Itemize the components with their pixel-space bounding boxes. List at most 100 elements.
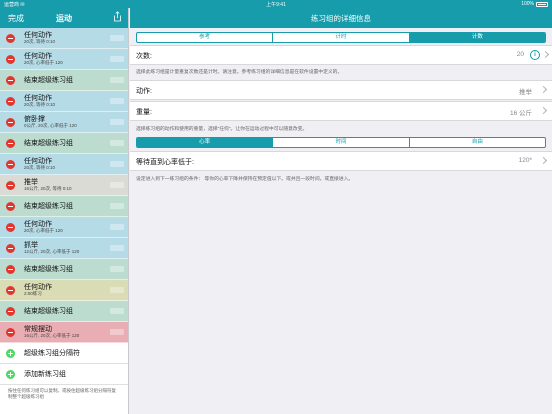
tab-time[interactable]: 时间 [273, 138, 410, 147]
set-list-item[interactable]: 结束超级练习组 [0, 196, 128, 217]
weight-value: 16 公斤 [509, 110, 532, 117]
reps-label: 次数: [136, 53, 152, 60]
battery-percent: 100% [521, 1, 534, 7]
tab-heart-rate[interactable]: 心率 [137, 138, 274, 147]
reorder-handle[interactable] [110, 56, 124, 62]
delete-icon[interactable] [6, 327, 15, 337]
action-row[interactable]: 动作: 推举 [130, 80, 552, 100]
set-summary: 12公斤, 20次, 心率低于 120 [24, 248, 80, 254]
set-name: 俯卧撑 [24, 115, 45, 123]
delete-icon[interactable] [6, 180, 15, 190]
heart-rate-note: 设定进入到下一练习组的条件： 等你的心率下降并保持在预定值以下。或并且一段时间，… [136, 177, 354, 182]
reps-row[interactable]: 次数: 20 i [130, 45, 552, 65]
delete-icon[interactable] [6, 222, 15, 232]
tab-timed[interactable]: 计时 [273, 33, 410, 42]
copy-hint: 按住任何练习组可以复制。或按住超级练习组分隔符复制整个超级练习组 [8, 388, 116, 400]
weight-row[interactable]: 重量: 16 公斤 [130, 101, 552, 121]
set-summary: 20次, 等待 0:10 [24, 164, 56, 170]
set-list-item[interactable]: 俯卧撑 0公斤, 20次, 心率低于 120 [0, 112, 128, 133]
set-name: 任何动作 [24, 157, 52, 165]
rest-type-segmented-control: 心率 时间 自由 [136, 137, 546, 148]
set-list-item[interactable]: 任何动作 20次, 等待 0:10 [0, 28, 128, 49]
set-list-item-text: 结束超级练习组 [24, 203, 73, 210]
add-superset-divider-row[interactable]: 超级练习组分隔符 [0, 343, 128, 364]
set-list-item[interactable]: 结束超级练习组 [0, 70, 128, 91]
chevron-right-icon [539, 106, 548, 115]
heart-rate-label: 等待直到心率低于: [136, 159, 194, 166]
delete-icon[interactable] [6, 117, 15, 127]
set-summary: 0公斤, 20次, 心率低于 120 [24, 122, 77, 128]
set-name: 结束超级练习组 [24, 307, 73, 315]
action-label: 动作: [136, 88, 152, 95]
chevron-right-icon [539, 85, 548, 94]
delete-icon[interactable] [6, 243, 15, 253]
set-list-item[interactable]: 结束超级练习组 [0, 133, 128, 154]
reorder-handle[interactable] [110, 182, 124, 188]
set-list-item[interactable]: 推举 16公斤, 20次, 等待 0:10 [0, 175, 128, 196]
delete-icon[interactable] [6, 75, 15, 85]
set-list-item-text: 任何动作 20次, 心率低于 120 [24, 221, 63, 234]
reorder-handle[interactable] [110, 140, 124, 146]
set-name: 结束超级练习组 [24, 202, 73, 210]
set-list-item[interactable]: 抓举 12公斤, 20次, 心率低于 120 [0, 238, 128, 259]
chevron-right-icon [539, 156, 548, 165]
set-summary: 20次, 心率低于 120 [24, 227, 63, 233]
add-superset-divider-label: 超级练习组分隔符 [24, 350, 80, 357]
set-name: 任何动作 [24, 52, 52, 60]
set-name: 结束超级练习组 [24, 265, 73, 273]
set-list-item[interactable]: 任何动作 20次, 心率低于 120 [0, 49, 128, 70]
reorder-handle[interactable] [110, 119, 124, 125]
set-summary: 20次, 等待 0:10 [24, 101, 56, 107]
add-icon[interactable] [6, 369, 15, 379]
delete-icon[interactable] [6, 96, 15, 106]
delete-icon[interactable] [6, 201, 15, 211]
share-icon[interactable] [113, 11, 122, 22]
workout-panel: 完成 运动 任何动作 20次, 等待 0:10 任何动作 20次, 心率低于 120 结… [0, 8, 129, 414]
reorder-handle[interactable] [110, 287, 124, 293]
set-list-item[interactable]: 任何动作 20次, 心率低于 120 [0, 217, 128, 238]
reorder-handle[interactable] [110, 77, 124, 83]
reorder-handle[interactable] [110, 98, 124, 104]
battery-status: 100% [521, 1, 548, 7]
tab-reference[interactable]: 参考 [137, 33, 274, 42]
add-new-set-row[interactable]: 添加新练习组 [0, 364, 128, 385]
set-list-item[interactable]: 结束超级练习组 [0, 259, 128, 280]
chevron-right-icon [541, 50, 550, 59]
delete-icon[interactable] [6, 33, 15, 43]
clock: 上午9:41 [266, 2, 286, 8]
info-icon[interactable]: i [530, 50, 540, 60]
set-list-item-text: 常规摆动 16公斤, 20次, 心率低于 120 [24, 326, 79, 339]
reorder-handle[interactable] [110, 224, 124, 230]
set-list-item[interactable]: 任何动作 20次, 等待 0:10 [0, 154, 128, 175]
add-new-set-label: 添加新练习组 [24, 371, 66, 378]
delete-icon[interactable] [6, 285, 15, 295]
heart-rate-row[interactable]: 等待直到心率低于: 120* [130, 151, 552, 171]
delete-icon[interactable] [6, 138, 15, 148]
delete-icon[interactable] [6, 159, 15, 169]
set-summary: 16公斤, 20次, 心率低于 120 [24, 332, 80, 338]
reorder-handle[interactable] [110, 329, 124, 335]
tab-free[interactable]: 自由 [410, 138, 545, 147]
reorder-handle[interactable] [110, 161, 124, 167]
set-list-item[interactable]: 任何动作 20次, 等待 0:10 [0, 91, 128, 112]
delete-icon[interactable] [6, 264, 15, 274]
workout-nav-bar: 完成 运动 [0, 8, 128, 28]
set-list-item[interactable]: 结束超级练习组 [0, 301, 128, 322]
set-name: 任何动作 [24, 31, 52, 39]
reorder-handle[interactable] [110, 266, 124, 272]
set-summary: 20次, 等待 0:10 [24, 38, 56, 44]
set-summary: 20次, 心率低于 120 [24, 59, 63, 65]
reorder-handle[interactable] [110, 245, 124, 251]
set-list-item-text: 结束超级练习组 [24, 77, 73, 84]
reorder-handle[interactable] [110, 203, 124, 209]
reorder-handle[interactable] [110, 308, 124, 314]
set-list-item[interactable]: 任何动作 2:00练习 [0, 280, 128, 301]
tab-counted[interactable]: 计数 [409, 33, 545, 42]
delete-icon[interactable] [6, 54, 15, 64]
delete-icon[interactable] [6, 306, 15, 316]
set-name: 常规摆动 [24, 325, 52, 333]
reorder-handle[interactable] [110, 35, 124, 41]
set-list-item-text: 结束超级练习组 [24, 266, 73, 273]
add-icon[interactable] [6, 348, 15, 358]
set-list-item[interactable]: 常规摆动 16公斤, 20次, 心率低于 120 [0, 322, 128, 343]
